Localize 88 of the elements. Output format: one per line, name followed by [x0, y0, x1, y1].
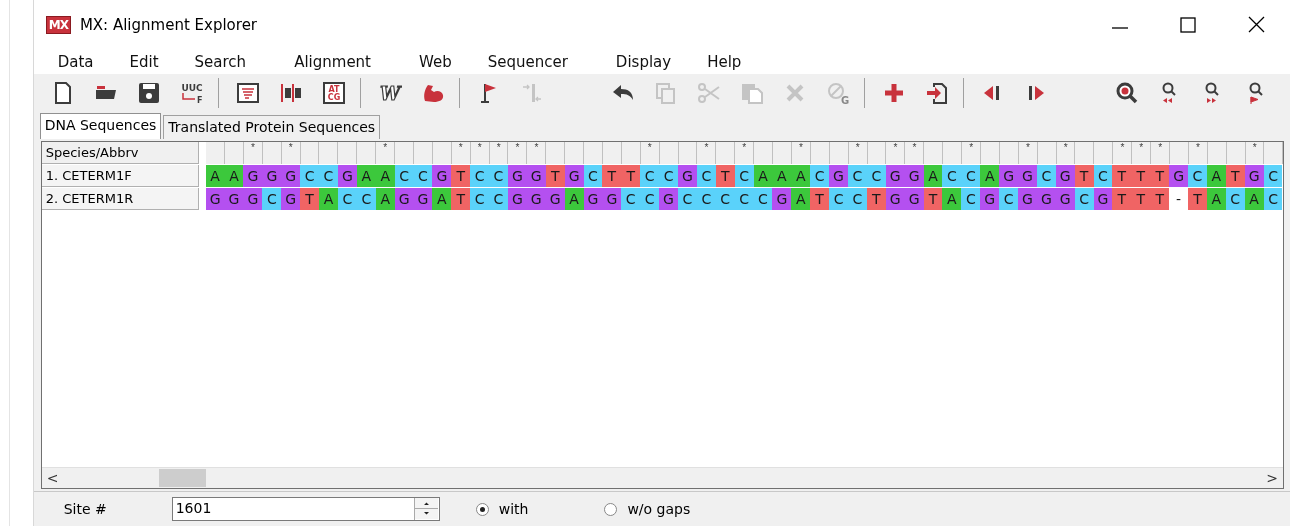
base-cell[interactable]: C: [470, 165, 490, 188]
base-cell[interactable]: C: [659, 165, 678, 188]
sequence-name[interactable]: 2. CETERM1R: [41, 188, 199, 211]
base-cell[interactable]: A: [432, 188, 452, 211]
base-cell[interactable]: C: [640, 165, 660, 188]
radio-button[interactable]: [604, 502, 618, 516]
menu-item[interactable]: Help: [697, 52, 768, 71]
base-cell[interactable]: C: [640, 188, 660, 211]
radio-button[interactable]: [475, 502, 489, 516]
base-cell[interactable]: T: [1112, 188, 1132, 211]
base-cell[interactable]: T: [602, 165, 622, 188]
app-logo: MX: [45, 15, 71, 34]
base-cell[interactable]: G: [1018, 188, 1037, 211]
base-cell[interactable]: G: [999, 165, 1018, 188]
base-cell[interactable]: A: [772, 165, 792, 188]
bases-icon[interactable]: AT CG: [322, 80, 347, 105]
base-cell[interactable]: A: [205, 165, 225, 188]
base-cell[interactable]: T: [810, 188, 830, 211]
base-cell[interactable]: T: [1131, 188, 1151, 211]
menu-item[interactable]: Display: [605, 52, 698, 71]
base-cell[interactable]: G: [1169, 165, 1188, 188]
base-cell[interactable]: G: [243, 165, 263, 188]
scroll-left-arrow[interactable]: <: [41, 470, 64, 487]
window-title: MX: Alignment Explorer: [79, 15, 258, 34]
tab[interactable]: DNA Sequences: [39, 113, 162, 140]
scroll-right-arrow[interactable]: >: [1261, 470, 1283, 487]
menu-item[interactable]: Alignment: [284, 52, 409, 71]
base-cell[interactable]: G: [432, 165, 452, 188]
menu-item[interactable]: Search: [184, 52, 285, 71]
maximize-icon[interactable]: [1180, 16, 1196, 33]
base-cell[interactable]: G: [829, 165, 848, 188]
base-cell[interactable]: C: [829, 188, 848, 211]
base-cell[interactable]: T: [300, 188, 320, 211]
sequence-name[interactable]: 1. CETERM1F: [41, 165, 199, 188]
base-cell[interactable]: G: [602, 188, 622, 211]
tab[interactable]: Translated Protein Sequences: [163, 115, 381, 140]
base-cell[interactable]: A: [791, 188, 811, 211]
radio-label[interactable]: with: [498, 501, 529, 518]
import-icon[interactable]: [925, 80, 950, 105]
base-cell[interactable]: A: [980, 165, 1000, 188]
base-cell[interactable]: T: [1188, 188, 1207, 211]
base-cell[interactable]: C: [961, 165, 981, 188]
base-cell[interactable]: C: [262, 188, 282, 211]
base-cell[interactable]: C: [961, 188, 981, 211]
text-lines-icon[interactable]: [236, 80, 261, 105]
base-cell[interactable]: G: [281, 165, 301, 188]
spinner-icon[interactable]: [414, 498, 438, 520]
base-cell[interactable]: G: [281, 188, 301, 211]
base-cell[interactable]: T: [451, 188, 471, 211]
scrollbar-thumb[interactable]: [158, 469, 206, 488]
search-icon[interactable]: [1115, 80, 1140, 105]
menu-item[interactable]: Sequencer: [477, 52, 606, 71]
base-cell[interactable]: G: [262, 165, 282, 188]
close-icon[interactable]: [1247, 16, 1265, 34]
base-cell[interactable]: T: [1150, 165, 1170, 188]
base-cell[interactable]: C: [470, 188, 490, 211]
base-cell[interactable]: T: [1112, 165, 1132, 188]
base-cell[interactable]: C: [810, 165, 830, 188]
base-cell[interactable]: G: [772, 188, 792, 211]
base-cell[interactable]: A: [942, 188, 962, 211]
base-cell[interactable]: C: [319, 165, 338, 188]
base-cell[interactable]: C: [621, 188, 641, 211]
base-cell[interactable]: G: [1018, 165, 1037, 188]
base-cell[interactable]: T: [451, 165, 471, 188]
base-cell[interactable]: C: [489, 188, 508, 211]
radio-label[interactable]: w/o gaps: [627, 501, 691, 518]
conservation-marks: * * * ***** * * * * * ** * * * *** * *: [205, 142, 1283, 165]
base-cell[interactable]: C: [300, 165, 320, 188]
base-cell[interactable]: T: [1131, 165, 1151, 188]
base-cell[interactable]: C: [1188, 165, 1207, 188]
base-cell[interactable]: T: [621, 165, 641, 188]
base-cell[interactable]: A: [319, 188, 338, 211]
menu-item[interactable]: Data: [47, 52, 120, 71]
save-icon[interactable]: [137, 80, 162, 105]
column-header: Species/Abbrv: [41, 142, 199, 165]
menu-item[interactable]: Edit: [119, 52, 185, 71]
base-cell[interactable]: G: [243, 188, 263, 211]
site-field[interactable]: 1601: [171, 497, 440, 522]
base-cell[interactable]: C: [942, 165, 962, 188]
base-cell[interactable]: C: [489, 165, 508, 188]
base-cell[interactable]: G: [980, 188, 1000, 211]
base-cell[interactable]: A: [791, 165, 811, 188]
menu-item[interactable]: Web: [409, 52, 478, 71]
base-cell[interactable]: G: [659, 188, 678, 211]
base-cell[interactable]: G: [205, 188, 225, 211]
base-cell[interactable]: T: [1150, 188, 1170, 211]
site-label: Site #: [63, 501, 108, 518]
base-cell[interactable]: C: [999, 188, 1018, 211]
